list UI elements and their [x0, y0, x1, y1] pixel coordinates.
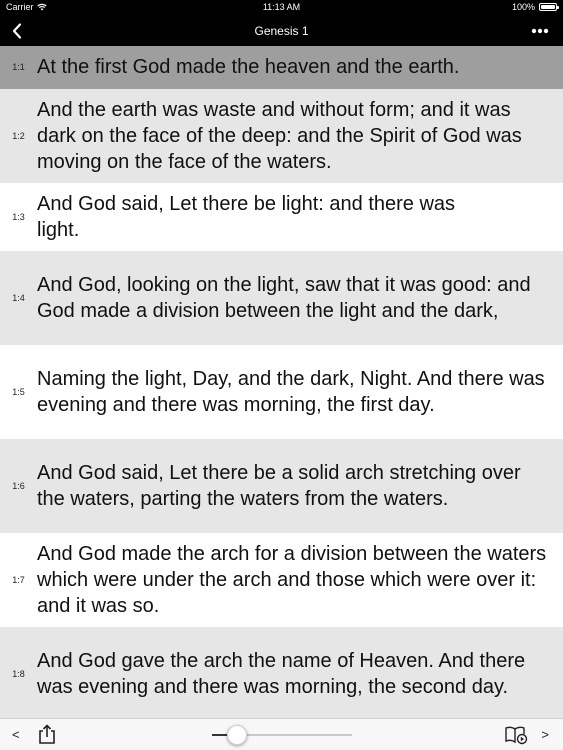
verse-row[interactable]: 1:1 At the first God made the heaven and… — [0, 46, 563, 89]
status-time: 11:13 AM — [262, 2, 301, 12]
verse-number: 1:7 — [12, 574, 25, 585]
verse-text: Naming the light, Day, and the dark, Nig… — [37, 367, 545, 416]
verse-number: 1:6 — [12, 480, 25, 491]
battery-percent: 100% — [511, 2, 535, 12]
verse-row[interactable]: 1:4 And God, looking on the light, saw t… — [0, 251, 563, 345]
verse-list: 1:1 At the first God made the heaven and… — [0, 46, 563, 718]
previous-chapter-button[interactable]: < — [12, 727, 20, 742]
verse-row[interactable]: 1:8 And God gave the arch the name of He… — [0, 627, 563, 718]
verse-row[interactable]: 1:3 And God said, Let there be light: an… — [0, 183, 563, 251]
verse-number: 1:4 — [12, 292, 25, 303]
verse-row[interactable]: 1:7 And God made the arch for a division… — [0, 533, 563, 627]
next-chapter-button[interactable]: > — [541, 727, 549, 742]
battery-status: 100% — [511, 2, 559, 12]
verse-text: At the first God made the heaven and the… — [37, 56, 460, 78]
verse-text: And God said, Let there be light: and th… — [37, 192, 456, 241]
verse-number: 1:2 — [12, 130, 25, 141]
more-horizontal-icon — [531, 28, 549, 34]
navigation-bar: Genesis 1 — [0, 16, 563, 46]
verse-number: 1:8 — [12, 668, 25, 679]
book-audio-icon — [505, 726, 528, 745]
verse-text: And the earth was waste and without form… — [37, 98, 522, 173]
verse-number: 1:1 — [12, 62, 25, 72]
page-title: Genesis 1 — [254, 24, 309, 38]
share-button[interactable] — [38, 724, 56, 749]
slider-thumb[interactable] — [227, 725, 248, 745]
verse-text: And God made the arch for a division bet… — [37, 542, 547, 617]
text-size-slider[interactable] — [212, 725, 352, 745]
verse-number: 1:3 — [12, 211, 25, 222]
verse-text: And God said, Let there be a solid arch … — [37, 461, 521, 510]
share-icon — [39, 724, 55, 744]
bottom-toolbar: < > — [0, 718, 563, 750]
more-options-button[interactable] — [525, 20, 555, 42]
verse-text: And God gave the arch the name of Heaven… — [37, 649, 526, 698]
verse-number: 1:5 — [12, 386, 25, 397]
status-bar: Carrier 11:13 AM 100% — [0, 0, 563, 16]
audio-bible-button[interactable] — [505, 725, 529, 750]
verse-row[interactable]: 1:6 And God said, Let there be a solid a… — [0, 439, 563, 533]
battery-icon — [539, 3, 559, 11]
verse-text: And God, looking on the light, saw that … — [37, 273, 531, 322]
verse-row[interactable]: 1:5 Naming the light, Day, and the dark,… — [0, 345, 563, 439]
verse-row[interactable]: 1:2 And the earth was waste and without … — [0, 89, 563, 183]
